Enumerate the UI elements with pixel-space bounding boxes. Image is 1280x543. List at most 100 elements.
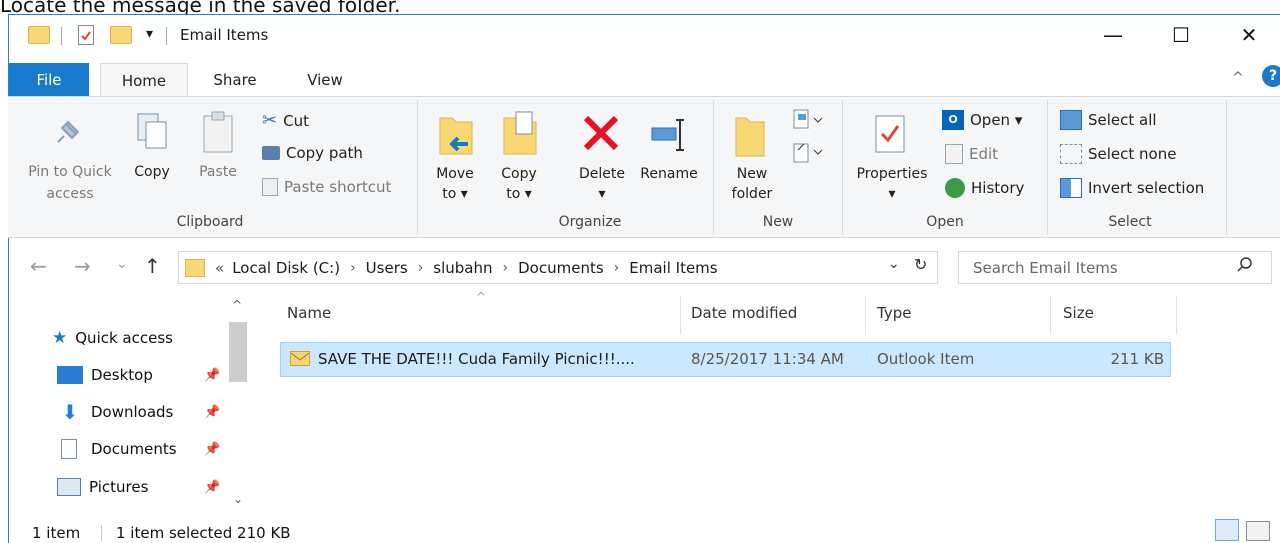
tab-file[interactable]: File bbox=[9, 63, 89, 97]
column-divider[interactable] bbox=[1050, 296, 1051, 334]
customize-toolbar-icon[interactable]: ▾ bbox=[146, 26, 153, 42]
paste-icon bbox=[203, 111, 233, 153]
breadcrumb-email-items[interactable]: Email Items bbox=[629, 259, 717, 277]
new-folder-quick-icon[interactable] bbox=[110, 26, 132, 44]
easy-access-button[interactable] bbox=[790, 140, 826, 166]
column-header-date[interactable]: Date modified bbox=[691, 304, 797, 322]
breadcrumb-separator[interactable]: › bbox=[418, 260, 424, 276]
copy-to-icon bbox=[503, 111, 537, 155]
breadcrumb-separator[interactable]: › bbox=[503, 260, 509, 276]
sort-ascending-icon: ^ bbox=[476, 290, 487, 304]
pin-icon[interactable]: 📌 bbox=[204, 405, 220, 420]
delete-dropdown-arrow[interactable]: ▾ bbox=[570, 184, 634, 204]
up-arrow-icon[interactable]: ↑ bbox=[144, 254, 161, 278]
new-folder-label-line1: New bbox=[736, 166, 768, 182]
breadcrumb-separator[interactable]: › bbox=[350, 260, 356, 276]
status-selection: 1 item selected 210 KB bbox=[116, 524, 291, 542]
properties-button[interactable]: Properties ▾ bbox=[850, 108, 934, 208]
recent-locations-icon[interactable]: ⌄ bbox=[116, 256, 128, 272]
copy-to-button[interactable]: Copy to ▾ bbox=[494, 108, 544, 208]
select-none-button[interactable]: Select none bbox=[1060, 144, 1176, 164]
tab-view[interactable]: View bbox=[290, 63, 360, 97]
scroll-up-icon[interactable]: ^ bbox=[232, 298, 242, 312]
column-header-size[interactable]: Size bbox=[1063, 304, 1094, 322]
delete-icon bbox=[583, 115, 619, 151]
help-icon[interactable]: ? bbox=[1262, 65, 1280, 87]
column-divider[interactable] bbox=[865, 296, 866, 334]
edit-button[interactable]: Edit bbox=[945, 144, 998, 164]
minimize-button[interactable]: — bbox=[1090, 14, 1136, 56]
pin-icon[interactable]: 📌 bbox=[204, 368, 220, 383]
move-to-button[interactable]: Move to ▾ bbox=[430, 108, 480, 208]
paste-shortcut-icon bbox=[262, 178, 278, 196]
refresh-icon[interactable]: ↻ bbox=[914, 255, 927, 274]
large-icons-view-icon[interactable] bbox=[1246, 521, 1270, 541]
tab-home[interactable]: Home bbox=[100, 63, 188, 97]
breadcrumb-local-disk[interactable]: Local Disk (C:) bbox=[232, 259, 340, 277]
open-button[interactable]: O Open ▾ bbox=[942, 110, 1022, 130]
breadcrumb-separator[interactable]: › bbox=[614, 260, 620, 276]
copy-icon bbox=[137, 113, 167, 149]
scroll-thumb[interactable] bbox=[229, 322, 247, 382]
search-input[interactable]: Search Email Items bbox=[958, 251, 1272, 284]
cut-button[interactable]: ✂ Cut bbox=[262, 110, 309, 131]
select-all-button[interactable]: Select all bbox=[1060, 110, 1157, 130]
address-dropdown-icon[interactable]: ⌄ bbox=[888, 256, 900, 272]
forward-arrow-icon[interactable]: → bbox=[74, 254, 91, 278]
organize-group-label: Organize bbox=[558, 214, 622, 230]
paste-button[interactable]: Paste bbox=[194, 108, 242, 188]
group-divider bbox=[842, 100, 843, 235]
copy-path-button[interactable]: Copy path bbox=[262, 144, 363, 162]
select-all-label: Select all bbox=[1088, 111, 1157, 129]
rename-button[interactable]: Rename bbox=[636, 108, 702, 188]
nav-item-desktop[interactable]: Desktop bbox=[57, 360, 153, 390]
nav-pane-scrollbar[interactable]: ^ ⌄ bbox=[228, 296, 248, 511]
scroll-down-icon[interactable]: ⌄ bbox=[233, 492, 243, 506]
tab-share[interactable]: Share bbox=[200, 63, 270, 97]
pin-icon[interactable]: 📌 bbox=[204, 480, 220, 495]
pin-icon[interactable]: 📌 bbox=[204, 442, 220, 457]
invert-selection-button[interactable]: Invert selection bbox=[1060, 178, 1204, 198]
pin-to-quick-access-button[interactable]: Pin to Quick access bbox=[24, 108, 116, 208]
column-divider[interactable] bbox=[680, 296, 681, 334]
quick-access-label: Quick access bbox=[75, 329, 173, 347]
close-button[interactable]: ✕ bbox=[1226, 14, 1272, 56]
history-button[interactable]: History bbox=[945, 178, 1024, 198]
new-folder-button[interactable]: New folder bbox=[724, 108, 780, 208]
new-item-button[interactable] bbox=[790, 108, 826, 134]
new-folder-icon bbox=[735, 117, 765, 157]
address-folder-icon bbox=[185, 258, 205, 277]
column-header-type[interactable]: Type bbox=[877, 304, 911, 322]
breadcrumb-overflow[interactable]: « bbox=[215, 259, 224, 277]
address-bar[interactable]: « Local Disk (C:) › Users › slubahn › Do… bbox=[178, 251, 938, 284]
nav-item-documents[interactable]: Documents bbox=[57, 434, 177, 464]
nav-item-downloads[interactable]: ⬇ Downloads bbox=[57, 397, 174, 427]
pin-icon bbox=[57, 120, 80, 143]
collapse-ribbon-icon[interactable]: ^ bbox=[1232, 70, 1244, 86]
breadcrumb-users[interactable]: Users bbox=[366, 259, 408, 277]
paste-shortcut-button[interactable]: Paste shortcut bbox=[262, 178, 391, 196]
breadcrumb-documents[interactable]: Documents bbox=[518, 259, 604, 277]
properties-dropdown-arrow[interactable]: ▾ bbox=[850, 184, 934, 204]
column-header-name[interactable]: Name bbox=[287, 304, 331, 322]
group-divider bbox=[1226, 100, 1227, 235]
maximize-button[interactable]: ☐ bbox=[1158, 14, 1204, 56]
breadcrumb-slubahn[interactable]: slubahn bbox=[433, 259, 492, 277]
back-arrow-icon[interactable]: ← bbox=[30, 254, 47, 278]
nav-item-pictures[interactable]: Pictures bbox=[57, 472, 148, 502]
delete-label: Delete bbox=[579, 166, 625, 182]
group-divider bbox=[713, 100, 714, 235]
select-none-icon bbox=[1060, 144, 1082, 164]
column-divider[interactable] bbox=[1176, 296, 1177, 334]
properties-label: Properties bbox=[856, 166, 928, 182]
search-icon[interactable] bbox=[1236, 256, 1254, 278]
details-view-icon[interactable] bbox=[1215, 519, 1239, 541]
document-icon bbox=[61, 439, 77, 459]
new-folder-label-line2: folder bbox=[731, 186, 773, 202]
properties-quick-icon[interactable] bbox=[78, 25, 94, 45]
nav-quick-access[interactable]: ★ Quick access bbox=[52, 323, 173, 353]
copy-button[interactable]: Copy bbox=[130, 108, 174, 188]
delete-button[interactable]: Delete ▾ bbox=[570, 108, 634, 208]
paste-label: Paste bbox=[199, 164, 237, 180]
file-name[interactable]: SAVE THE DATE!!! Cuda Family Picnic!!!..… bbox=[318, 350, 635, 368]
